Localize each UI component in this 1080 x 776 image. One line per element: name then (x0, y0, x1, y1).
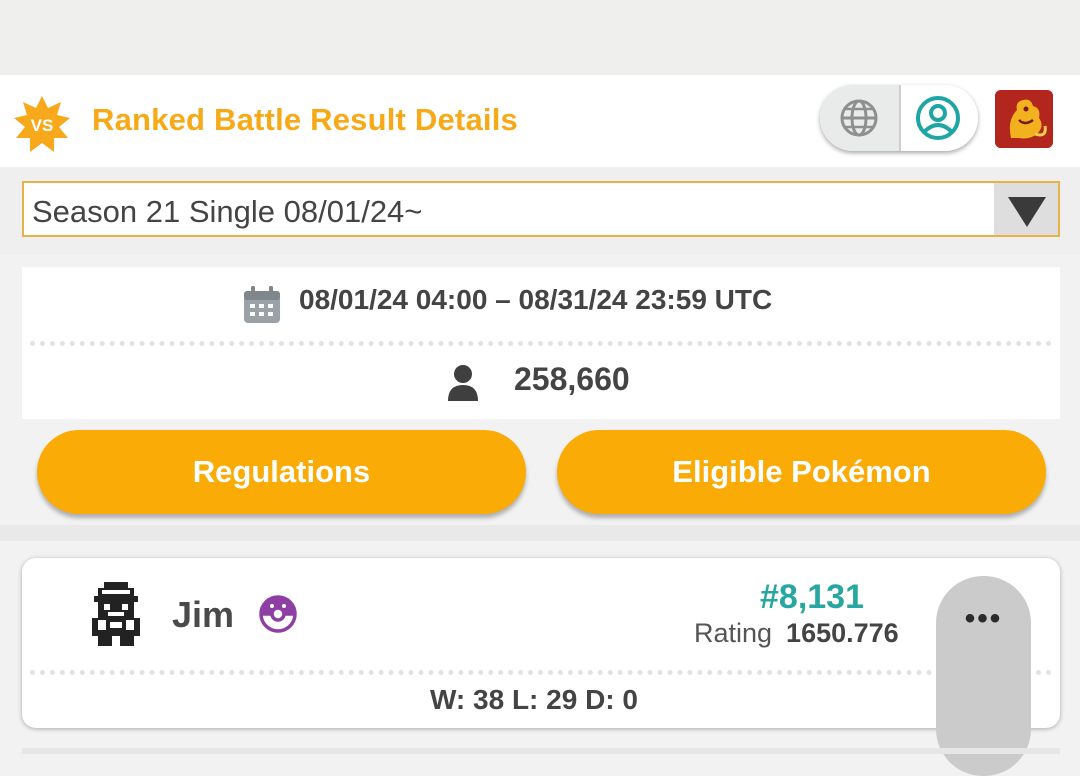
dotted-divider (30, 341, 1052, 346)
rating-value: 1650.776 (786, 618, 899, 648)
regulations-button[interactable]: Regulations (37, 430, 526, 514)
more-options-button[interactable]: ••• (936, 576, 1031, 776)
page-title: Ranked Battle Result Details (92, 102, 518, 137)
player-count-row: 258,660 (22, 357, 1060, 407)
season-select-value: Season 21 Single 08/01/24~ (32, 194, 423, 229)
global-toggle-button[interactable] (820, 85, 899, 151)
battle-record: W: 38 L: 29 D: 0 (430, 684, 638, 715)
dotted-divider (30, 670, 1052, 675)
profile-toggle-button[interactable] (899, 85, 978, 151)
player-rank: #8,131 (760, 578, 864, 616)
section-divider (0, 525, 1080, 541)
season-date-row: 08/01/24 04:00 – 08/31/24 23:59 UTC (22, 281, 1060, 331)
season-select-toggle[interactable] (994, 183, 1058, 235)
game-logo-button[interactable] (995, 90, 1053, 148)
vs-badge-label: VS (31, 116, 54, 135)
master-ball-icon (259, 595, 297, 633)
rating-label: Rating (694, 618, 773, 648)
player-result-card[interactable]: Jim #8,131 Rating 1650.776 W: 38 L: 29 D:… (22, 558, 1060, 728)
season-info-card: 08/01/24 04:00 – 08/31/24 23:59 UTC 258,… (22, 267, 1060, 419)
next-card-edge (22, 748, 1060, 754)
top-spacer (0, 0, 1080, 75)
trainer-avatar-icon (92, 582, 140, 646)
calendar-icon (244, 286, 280, 323)
view-toggle (820, 85, 978, 151)
dropdown-triangle-icon (1008, 197, 1046, 227)
more-dots-icon: ••• (964, 602, 1003, 635)
game-logo-icon (995, 90, 1053, 148)
vs-badge-icon: VS (14, 96, 70, 152)
season-date-range: 08/01/24 04:00 – 08/31/24 23:59 UTC (299, 284, 773, 315)
globe-icon (840, 99, 878, 137)
person-icon (448, 365, 478, 401)
season-select[interactable]: Season 21 Single 08/01/24~ (22, 181, 1060, 237)
player-name: Jim (172, 594, 235, 635)
eligible-pokemon-button[interactable]: Eligible Pokémon (557, 430, 1046, 514)
player-count: 258,660 (514, 361, 630, 397)
rating-row: Rating 1650.776 (694, 618, 899, 649)
user-circle-icon (916, 96, 960, 140)
